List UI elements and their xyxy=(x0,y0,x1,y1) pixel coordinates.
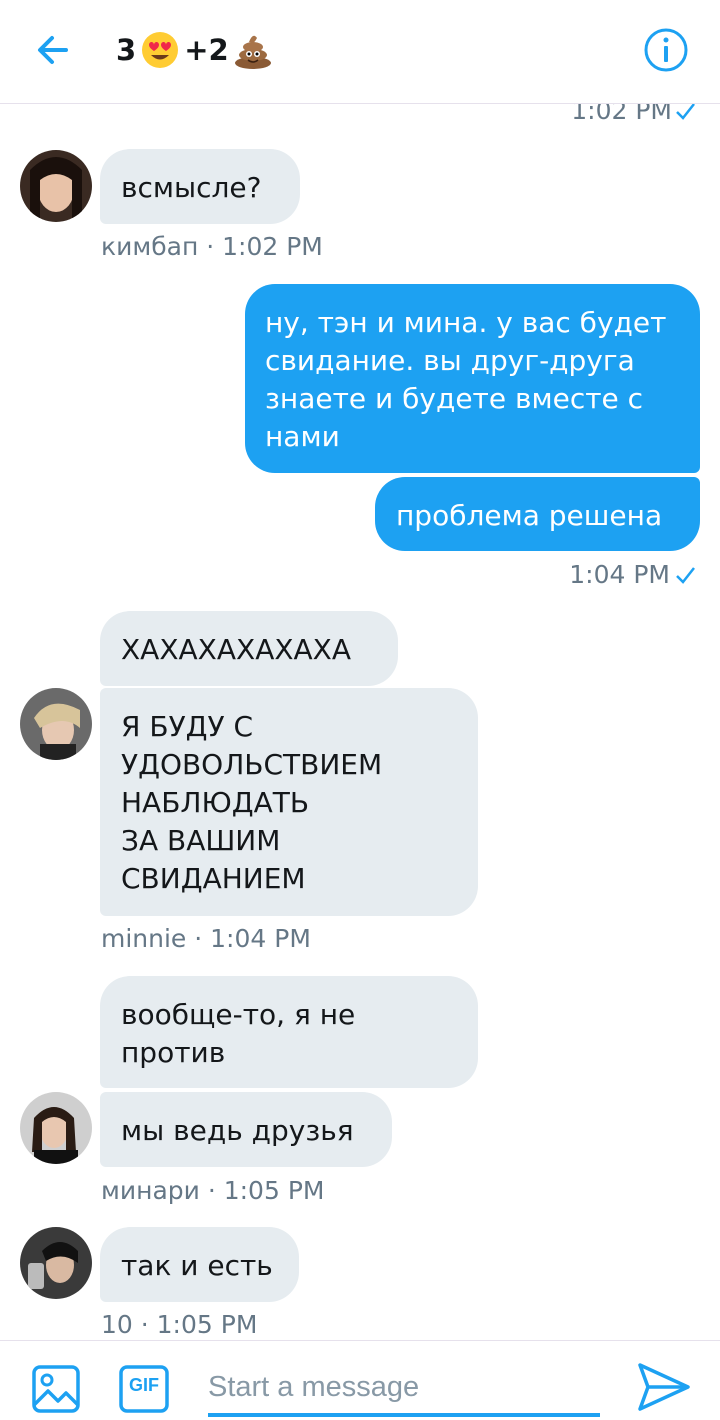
message-text: знаете и будете вместе с xyxy=(265,382,644,415)
image-icon xyxy=(32,1365,80,1413)
message-text: УДОВОЛЬСТВИЕМ xyxy=(121,748,383,781)
message-text: проблема решена xyxy=(396,499,663,532)
message-timestamp: 1:04 PM xyxy=(569,560,696,589)
arrow-left-icon xyxy=(38,36,68,64)
message-bubble[interactable]: Я БУДУ С УДОВОЛЬСТВИЕМ НАБЛЮДАТЬ ЗА ВАШИ… xyxy=(100,688,478,916)
message-bubble[interactable]: проблема решена xyxy=(375,477,700,551)
send-icon xyxy=(638,1363,690,1411)
message-input[interactable]: Start a message xyxy=(208,1365,600,1417)
message-meta: 10 · 1:05 PM xyxy=(101,1310,258,1339)
message-text: свидание. вы друг-друга xyxy=(265,344,635,377)
title-plus: +2 xyxy=(184,33,229,67)
add-gif-button[interactable]: GIF xyxy=(118,1363,170,1415)
message-text: НАБЛЮДАТЬ xyxy=(121,786,310,819)
message-bubble[interactable]: так и есть xyxy=(100,1227,299,1302)
message-text: так и есть xyxy=(121,1249,273,1282)
heart-eyes-emoji-icon xyxy=(140,30,180,70)
message-bubble[interactable]: мы ведь друзья xyxy=(100,1092,392,1167)
add-image-button[interactable] xyxy=(30,1363,82,1415)
message-text: всмысле? xyxy=(121,171,262,204)
back-button[interactable] xyxy=(30,28,78,72)
info-button[interactable] xyxy=(642,26,690,74)
avatar-minnie[interactable] xyxy=(20,688,92,760)
message-bubble[interactable]: ну, тэн и мина. у вас будет свидание. вы… xyxy=(245,284,700,473)
message-text: вообще-то, я не xyxy=(121,998,356,1031)
message-text: ХАХАХАХАХАХА xyxy=(121,633,352,666)
message-text: мы ведь друзья xyxy=(121,1114,354,1147)
info-icon xyxy=(644,28,688,72)
message-text: ну, тэн и мина. у вас будет xyxy=(265,306,667,339)
avatar-ten[interactable] xyxy=(20,1227,92,1299)
message-text: Я БУДУ С xyxy=(121,710,254,743)
message-text: нами xyxy=(265,420,340,453)
message-meta: минари · 1:05 PM xyxy=(101,1176,325,1205)
poop-emoji-icon xyxy=(233,30,273,70)
send-button[interactable] xyxy=(636,1359,692,1415)
title-count: 3 xyxy=(116,33,137,67)
message-text: ЗА ВАШИМ xyxy=(121,824,281,857)
message-bubble[interactable]: ХАХАХАХАХАХА xyxy=(100,611,398,686)
message-bubble[interactable]: всмысле? xyxy=(100,149,300,224)
message-meta: minnie · 1:04 PM xyxy=(101,924,311,953)
message-text: СВИДАНИЕМ xyxy=(121,862,306,895)
avatar-minari[interactable] xyxy=(20,1092,92,1164)
avatar-kimbap[interactable] xyxy=(20,150,92,222)
conversation-header: 3 +2 xyxy=(0,0,720,104)
gif-label: GIF xyxy=(129,1375,159,1395)
message-text: против xyxy=(121,1036,226,1069)
conversation-title[interactable]: 3 +2 xyxy=(116,28,277,72)
message-meta: кимбап · 1:02 PM xyxy=(101,232,323,261)
check-icon xyxy=(676,566,695,584)
message-bubble[interactable]: вообще-то, я не против xyxy=(100,976,478,1088)
message-composer: GIF Start a message xyxy=(0,1340,720,1420)
